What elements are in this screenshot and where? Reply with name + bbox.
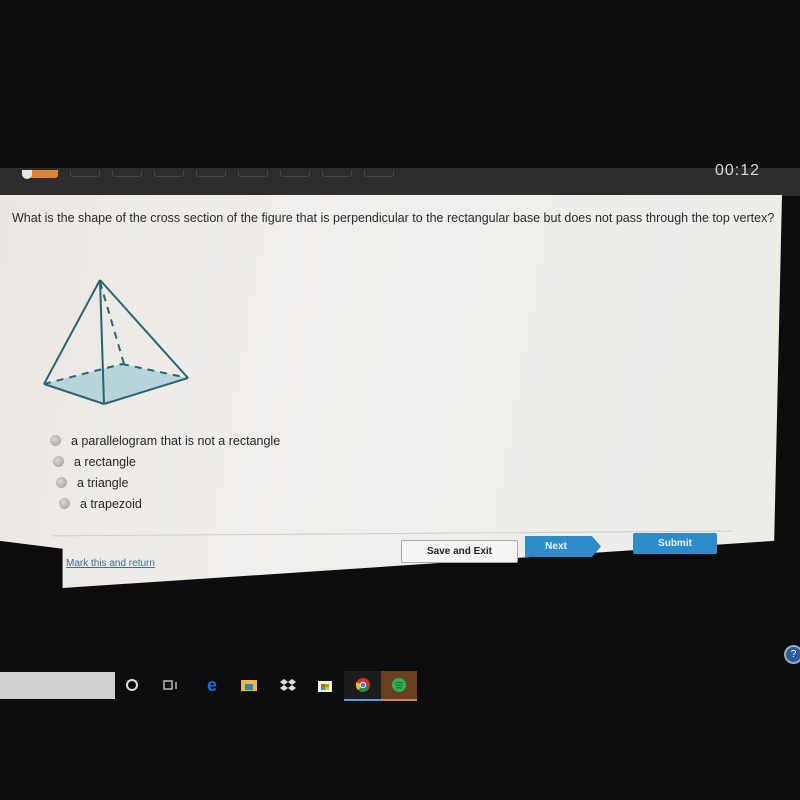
option-label: a parallelogram that is not a rectangle [71,433,281,448]
task-view-icon[interactable] [157,671,185,699]
taskbar-search-box[interactable] [0,672,115,699]
option-1[interactable]: a rectangle [53,451,280,472]
edge [99,279,189,379]
chrome-icon[interactable] [344,671,381,701]
submit-button[interactable]: Submit [633,533,717,554]
option-0[interactable]: a parallelogram that is not a rectangle [50,430,280,451]
question-navigator [22,170,394,179]
answer-options: a parallelogram that is not a rectangle … [50,430,280,514]
mark-and-return-link[interactable]: Mark this and return [66,558,155,569]
edge [43,279,101,385]
question-tab[interactable] [322,170,352,177]
dropbox-icon[interactable] [274,671,302,699]
question-tab[interactable] [112,170,142,177]
taskbar: e [0,655,800,705]
radio-button[interactable] [50,435,61,446]
radio-button[interactable] [59,498,70,509]
radio-button[interactable] [56,477,67,488]
cortana-icon[interactable] [118,671,146,699]
pyramid-figure [43,279,189,405]
quiz-header-bar: 00:12 [0,162,800,196]
store-icon[interactable] [311,671,339,699]
help-icon[interactable]: ? [784,645,800,664]
save-and-exit-button[interactable]: Save and Exit [401,540,518,563]
question-tab[interactable] [154,170,184,177]
option-label: a rectangle [74,454,136,469]
question-tab[interactable] [238,170,268,177]
option-label: a trapezoid [80,496,142,511]
question-tab[interactable] [70,170,100,177]
edge-icon[interactable]: e [198,671,226,699]
radio-button[interactable] [53,456,64,467]
option-2[interactable]: a triangle [56,472,280,493]
next-button[interactable]: Next [525,536,601,557]
question-tab[interactable] [364,170,394,177]
spotify-icon[interactable] [381,671,417,701]
file-explorer-icon[interactable] [235,671,263,699]
option-3[interactable]: a trapezoid [59,493,280,514]
question-tab[interactable] [196,170,226,177]
question-tab[interactable] [280,170,310,177]
question-text: What is the shape of the cross section o… [12,211,775,225]
timer: 00:12 [714,162,760,179]
option-label: a triangle [77,475,129,490]
question-tab-current[interactable] [22,170,58,179]
